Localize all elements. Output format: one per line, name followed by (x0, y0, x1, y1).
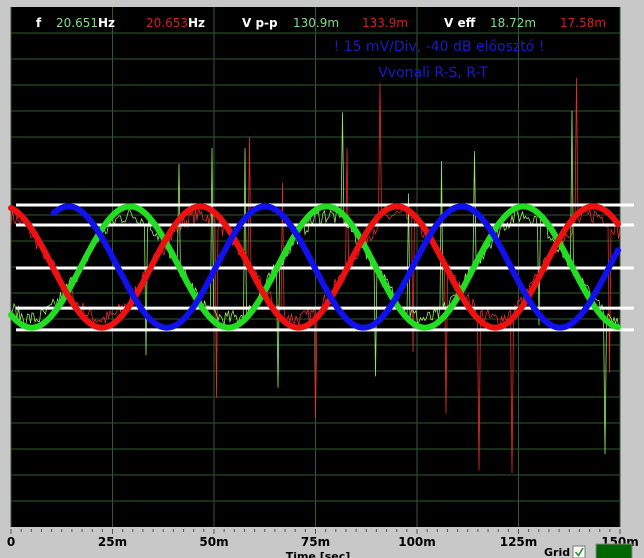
x-tick-label: 0 (7, 535, 15, 549)
vpp-red: 133.9m (362, 16, 408, 30)
x-tick-label: 100m (398, 535, 436, 549)
veff-green: 18.72m (490, 16, 536, 30)
hz-unit-1: Hz (98, 16, 115, 30)
veff-label: V eff (444, 16, 476, 30)
x-tick-label: 125m (500, 535, 538, 549)
x-tick-label: 75m (301, 535, 330, 549)
grid-checkbox[interactable] (572, 545, 586, 558)
f-label: f (36, 16, 42, 30)
annotation-lines: Vvonali R-S, R-T (378, 65, 488, 81)
x-axis-label: Time [sec] (286, 550, 351, 558)
f-green: 20.651 (56, 16, 98, 30)
oscilloscope-chart: f 20.651 Hz 20.653 Hz V p-p 130.9m 133.9… (7, 7, 639, 558)
grid-color-swatch[interactable] (595, 543, 633, 558)
x-tick-label: 50m (199, 535, 228, 549)
x-tick-label: 25m (98, 535, 127, 549)
grid-label: Grid (544, 546, 570, 558)
annotation-scale: ! 15 mV/Div, -40 dB előosztó ! (334, 39, 545, 55)
veff-red: 17.58m (560, 16, 606, 30)
hz-unit-2: Hz (188, 16, 205, 30)
vpp-green: 130.9m (293, 16, 339, 30)
f-red: 20.653 (146, 16, 188, 30)
vpp-label: V p-p (242, 16, 278, 30)
